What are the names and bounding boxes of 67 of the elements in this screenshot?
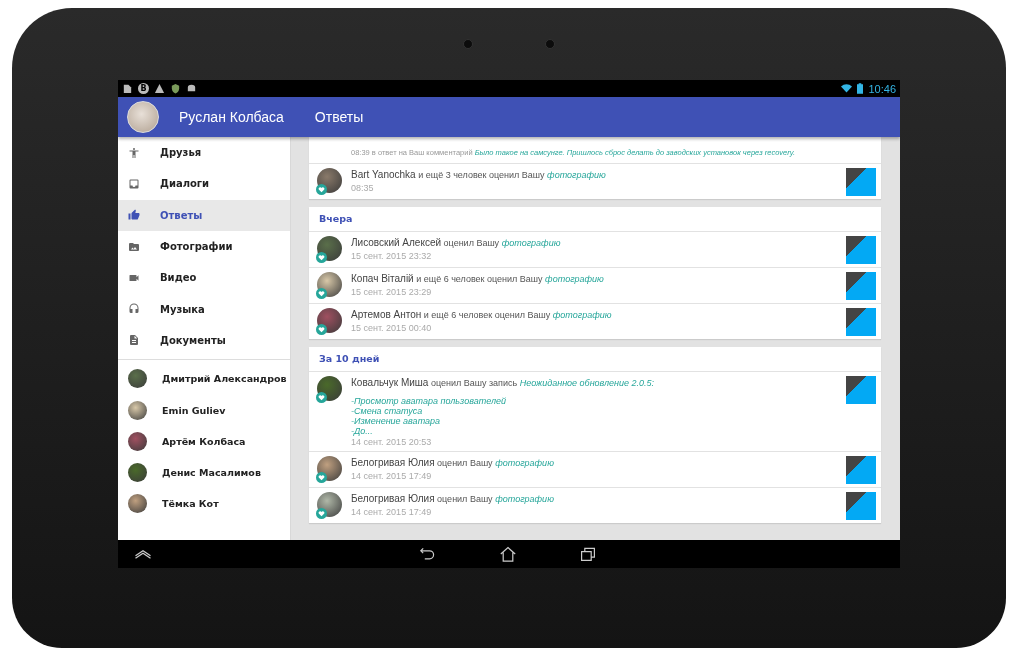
notification-text: Белогривая Юлия оценил Вашу фотографию	[351, 492, 555, 506]
notification-text: Артемов Антон и ещё 6 человек оценил Вашу фотографию	[351, 308, 613, 322]
heart-icon	[316, 508, 327, 519]
timestamp: 14 сент. 2015 20:53	[351, 436, 433, 448]
avatar	[128, 431, 147, 451]
person-icon	[128, 146, 140, 159]
camera-lens	[545, 39, 555, 49]
post-excerpt-line: -Просмотр аватара пользователей	[351, 396, 507, 406]
timestamp: 08:35	[351, 182, 375, 194]
recent-apps-icon[interactable]	[578, 546, 598, 562]
timestamp: 15 сент. 2015 00:40	[351, 322, 433, 334]
avatar	[128, 463, 147, 483]
avatar	[128, 400, 147, 420]
battery-icon	[857, 83, 864, 94]
photo-placeholder[interactable]	[846, 236, 876, 264]
post-excerpt-line: -Смена статуса	[351, 406, 424, 416]
heart-icon	[316, 184, 327, 195]
photo-placeholder[interactable]	[846, 376, 876, 404]
notification-row[interactable]: Артемов Антон и ещё 6 человек оценил Вашу фотографию 15 сент. 2015 00:40	[309, 304, 881, 339]
notification-text: Белогривая Юлия оценил Вашу фотографию	[351, 456, 555, 470]
notification-row[interactable]: Bart Yanochka и ещё 3 человек оценил Вашу фотографию 08:35	[309, 164, 881, 199]
user-name[interactable]: Руслан Колбаса	[179, 109, 284, 125]
notification-letter: В	[138, 83, 149, 94]
notification-row[interactable]: Копач Віталій и ещё 6 человек оценил Вашу фотографию 15 сент. 2015 23:29	[309, 268, 881, 304]
heart-icon	[316, 324, 327, 335]
notification-row[interactable]: Белогривая Юлия оценил Вашу фотографию 14 сент. 2015 17:49	[309, 488, 881, 523]
post-excerpt-line: -Изменение аватара	[351, 416, 442, 426]
photo-folder-icon	[128, 240, 140, 253]
photo-placeholder[interactable]	[846, 492, 876, 520]
screen-title: Ответы	[314, 109, 364, 125]
camera-lens	[463, 39, 473, 49]
notification-text: Ковальчук Миша оценил Вашу запись Неожиданное обновление 2.0.5:	[351, 376, 656, 390]
notification-text: Bart Yanochka и ещё 3 человек оценил Вашу фотографию	[351, 168, 607, 182]
heart-icon	[316, 472, 327, 483]
photo-placeholder[interactable]	[846, 168, 876, 196]
wifi-icon	[841, 83, 853, 94]
sim-card-icon	[122, 83, 133, 94]
thumbs-up-icon	[128, 209, 140, 222]
heart-icon	[316, 288, 327, 299]
notification-text: Копач Віталій и ещё 6 человек оценил Вашу фотографию	[351, 272, 605, 286]
timestamp: 14 сент. 2015 17:49	[351, 506, 433, 518]
section-heading: Вчера	[309, 207, 881, 232]
avatar	[128, 494, 147, 514]
home-icon[interactable]	[498, 546, 518, 562]
clock-time: 10:46	[868, 82, 896, 95]
timestamp: 14 сент. 2015 17:49	[351, 470, 433, 482]
photo-placeholder[interactable]	[846, 308, 876, 336]
headphones-icon	[128, 303, 140, 316]
avatar[interactable]	[127, 101, 159, 133]
timestamp: 15 сент. 2015 23:29	[351, 286, 433, 298]
notification-row[interactable]: Белогривая Юлия оценил Вашу фотографию 14 сент. 2015 17:49	[309, 452, 881, 488]
heart-icon	[316, 252, 327, 263]
heart-icon	[316, 392, 327, 403]
tray-icon	[128, 177, 140, 190]
timestamp: 15 сент. 2015 23:32	[351, 250, 433, 262]
photo-placeholder[interactable]	[846, 272, 876, 300]
section-heading: За 10 дней	[309, 347, 881, 372]
document-icon	[128, 334, 140, 347]
menu-item[interactable]: Ответы	[118, 199, 290, 231]
avatar	[128, 369, 147, 389]
shield-icon	[170, 83, 181, 94]
photo-placeholder[interactable]	[846, 456, 876, 484]
warning-icon	[154, 83, 165, 94]
notification-text: Лисовский Алексей оценил Вашу фотографию	[351, 236, 562, 250]
post-excerpt-line: -До...	[351, 426, 374, 436]
notification-row[interactable]: Лисовский Алексей оценил Вашу фотографию 15 сент. 2015 23:32	[309, 232, 881, 268]
notification-row[interactable]: Ковальчук Миша оценил Вашу запись Неожиданное обновление 2.0.5: -Просмотр аватара пользователей -Смена статуса -Изменение аватара -До... 14 сент. 2015 20:53	[309, 372, 881, 452]
